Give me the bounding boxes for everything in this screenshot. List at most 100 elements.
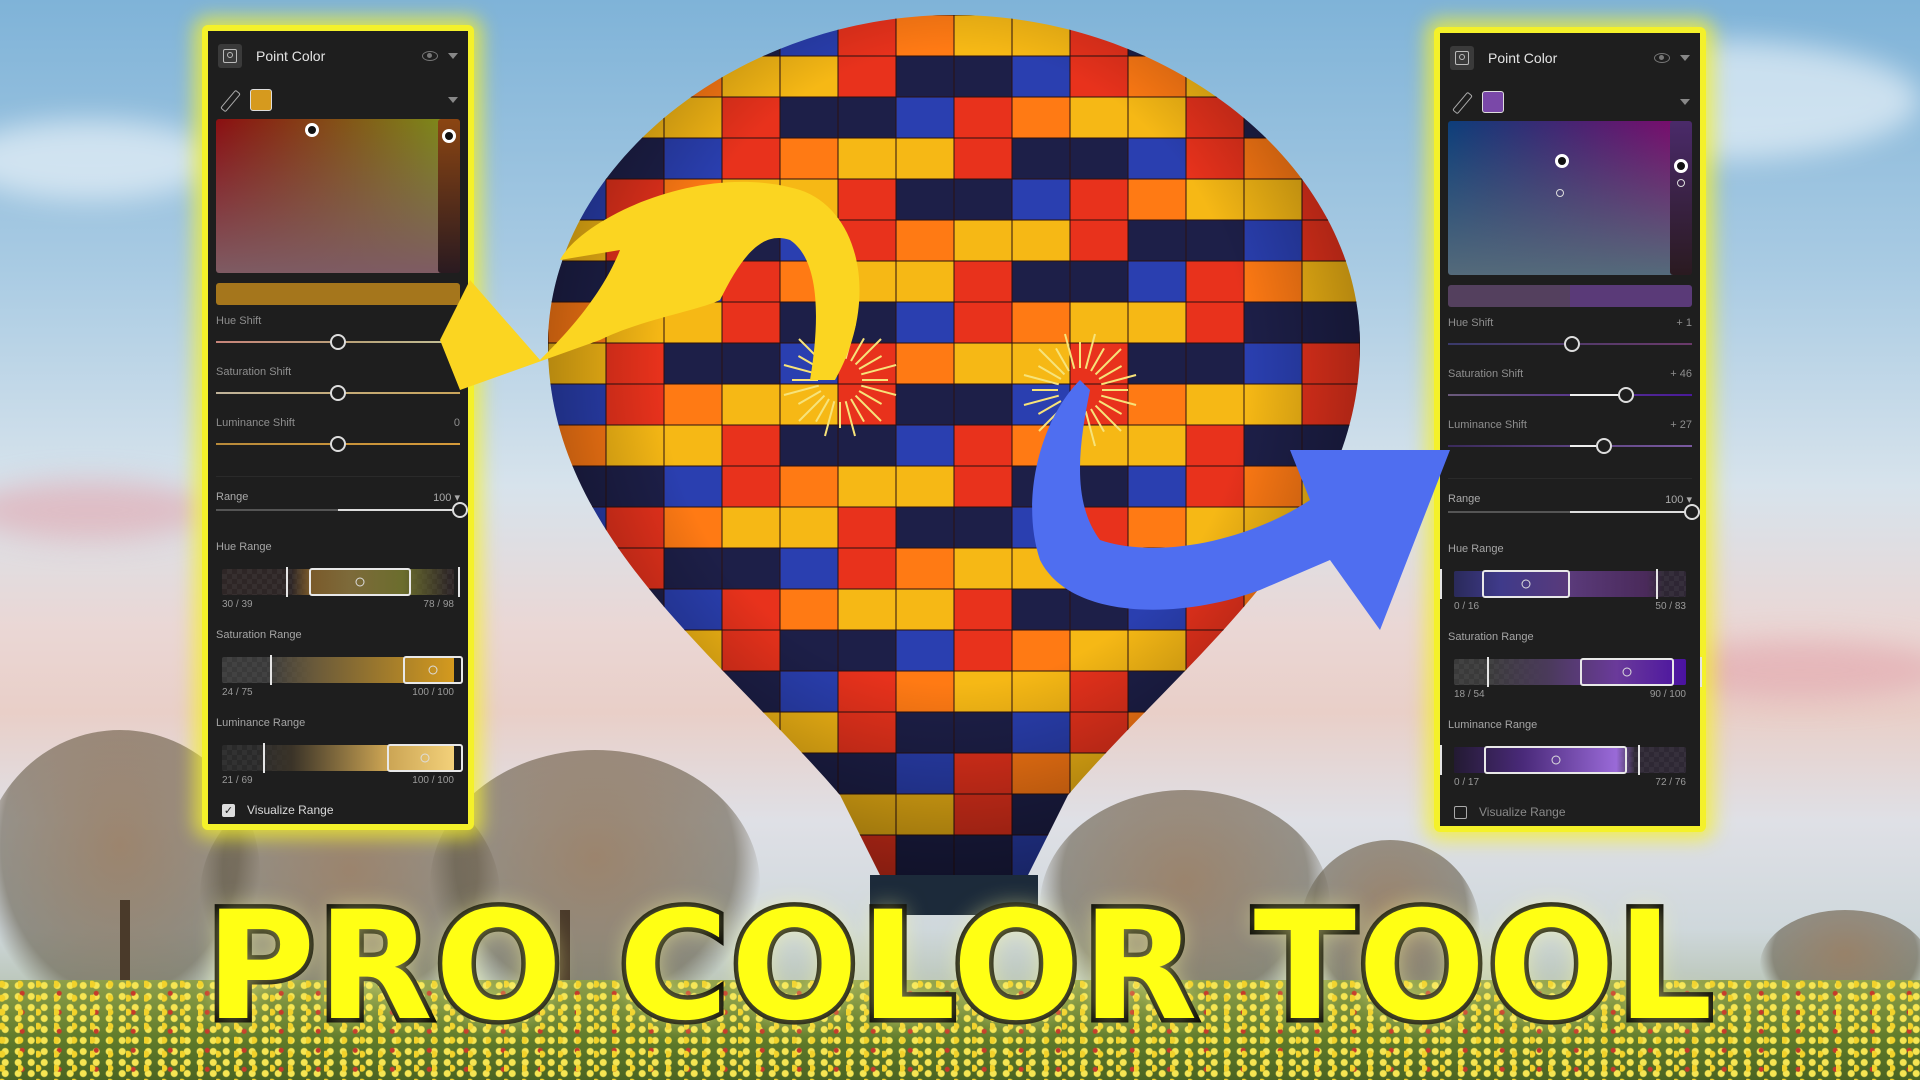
balloon-panel — [1185, 670, 1245, 713]
saturation-shift-slider[interactable]: Saturation Shift — [208, 356, 468, 407]
hue-shift-slider[interactable]: Hue Shift — [208, 305, 468, 356]
balloon-panel — [1185, 834, 1245, 877]
saturation-range[interactable]: Saturation Range 24 / 75 100 / 100 — [208, 623, 468, 711]
balloon-panel — [605, 629, 665, 672]
luminance-range-selection[interactable] — [1484, 746, 1628, 774]
range-value-text: 100 — [433, 492, 452, 504]
balloon-panel — [1301, 670, 1360, 713]
saturation-range-left-value: 24 / 75 — [222, 687, 253, 698]
eyedropper-icon[interactable] — [218, 89, 240, 111]
luminance-strip[interactable] — [438, 119, 460, 273]
hue-range[interactable]: Hue Range 30 / 39 78 / 98 — [208, 535, 468, 623]
eyedropper-icon[interactable] — [1450, 91, 1472, 113]
hue-range-left-handle[interactable] — [286, 567, 288, 597]
balloon-panel — [1185, 711, 1245, 754]
balloon-panel — [721, 834, 781, 877]
balloon-panel — [1127, 793, 1187, 836]
saturation-range-selection[interactable] — [403, 656, 463, 684]
balloon-panel — [663, 670, 723, 713]
saturation-range-left-value: 18 / 54 — [1454, 689, 1485, 700]
range-track[interactable] — [1448, 511, 1692, 513]
color-picker-knob[interactable] — [304, 122, 319, 137]
luminance-shift-thumb[interactable] — [330, 436, 346, 452]
saturation-shift-thumb[interactable] — [330, 385, 346, 401]
luminance-range-selection[interactable] — [387, 744, 463, 772]
range-track[interactable] — [216, 509, 460, 511]
balloon-panel — [663, 752, 723, 795]
hue-range-right-value: 50 / 83 — [1655, 601, 1686, 612]
range-thumb[interactable] — [452, 502, 468, 518]
luminance-knob[interactable] — [442, 128, 456, 143]
luminance-shift-label: Luminance Shift — [1448, 419, 1527, 431]
point-color-icon[interactable] — [218, 44, 242, 68]
saturation-range-left-handle[interactable] — [270, 655, 273, 685]
chevron-down-icon[interactable] — [1680, 55, 1690, 61]
visualize-range-checkbox[interactable] — [1454, 805, 1467, 819]
color-swatch[interactable] — [1482, 91, 1504, 113]
hue-range-right-handle[interactable] — [457, 567, 460, 597]
visualize-range-option[interactable]: ✓ Visualize Range — [208, 799, 468, 821]
hue-shift-thumb[interactable] — [1564, 336, 1581, 352]
saturation-shift-thumb[interactable] — [1618, 387, 1635, 403]
balloon-panel — [1243, 834, 1303, 877]
hue-saturation-field[interactable] — [1448, 121, 1676, 275]
luminance-knob[interactable] — [1674, 158, 1688, 173]
hue-saturation-field[interactable] — [216, 119, 444, 273]
hue-range[interactable]: Hue Range 0 / 16 50 / 83 — [1440, 537, 1700, 625]
saturation-shift-slider[interactable]: Saturation Shift + 46 — [1440, 358, 1700, 409]
color-picker-knob[interactable] — [1555, 154, 1569, 169]
saturation-range-left-handle[interactable] — [1486, 657, 1489, 687]
luminance-shift-thumb[interactable] — [1596, 438, 1613, 454]
luminance-range[interactable]: Luminance Range 0 / 17 72 / 76 — [1440, 713, 1700, 801]
saturation-range-selection[interactable] — [1580, 658, 1674, 686]
saturation-range-right-value: 90 / 100 — [1649, 689, 1686, 700]
visualize-range-checkbox[interactable]: ✓ — [222, 803, 235, 817]
chevron-down-icon[interactable] — [448, 97, 458, 103]
luminance-range-right-handle[interactable] — [1637, 745, 1640, 775]
hue-shift-slider[interactable]: Hue Shift + 1 — [1440, 307, 1700, 358]
luminance-range-right-value: 100 / 100 — [412, 775, 454, 786]
saturation-range-right-handle[interactable] — [1700, 657, 1702, 687]
range-slider[interactable]: Range 100 ▾ — [1440, 485, 1700, 537]
balloon-panel — [1185, 793, 1245, 836]
cloud — [0, 480, 210, 540]
luminance-shift-slider[interactable]: Luminance Shift + 27 — [1440, 409, 1700, 460]
hue-range-right-value: 78 / 98 — [423, 599, 454, 610]
eye-icon[interactable] — [422, 51, 438, 61]
chevron-down-icon[interactable] — [1680, 99, 1690, 105]
balloon-panel — [605, 793, 665, 836]
luminance-range-left-handle[interactable] — [1440, 745, 1442, 775]
point-color-panel-left: Point Color Hue Shift Saturation Shift L… — [202, 25, 474, 830]
point-color-icon[interactable] — [1450, 46, 1474, 70]
visualize-range-option[interactable]: Visualize Range — [1440, 801, 1700, 823]
balloon-panel — [1069, 793, 1129, 836]
color-swatch[interactable] — [250, 89, 272, 111]
balloon-panel — [721, 752, 781, 795]
hue-range-selection[interactable] — [309, 568, 411, 596]
hue-range-selection[interactable] — [1481, 570, 1570, 598]
luminance-strip[interactable] — [1670, 121, 1692, 275]
luminance-range-left-value: 21 / 69 — [222, 775, 253, 786]
visualize-range-label: Visualize Range — [1479, 805, 1566, 819]
balloon-panel — [548, 96, 607, 139]
luminance-range[interactable]: Luminance Range 21 / 69 100 / 100 — [208, 711, 468, 799]
hue-range-left-handle[interactable] — [1440, 569, 1442, 599]
range-slider[interactable]: Range 100 ▾ — [208, 483, 468, 535]
panel-header: Point Color — [1440, 33, 1700, 83]
luminance-range-label: Luminance Range — [216, 717, 306, 729]
range-thumb[interactable] — [1684, 504, 1700, 520]
hue-shift-thumb[interactable] — [330, 334, 346, 350]
hue-range-right-handle[interactable] — [1655, 569, 1658, 599]
balloon-panel — [605, 752, 665, 795]
luminance-range-left-handle[interactable] — [262, 743, 265, 773]
balloon-panel — [663, 793, 723, 836]
eye-icon[interactable] — [1654, 53, 1670, 63]
chevron-down-icon[interactable] — [448, 53, 458, 59]
balloon-panel — [1185, 752, 1245, 795]
hue-range-label: Hue Range — [216, 541, 272, 553]
saturation-range[interactable]: Saturation Range 18 / 54 90 / 100 — [1440, 625, 1702, 713]
balloon-panel — [548, 670, 607, 713]
luminance-shift-slider[interactable]: Luminance Shift 0 — [208, 407, 468, 458]
luminance-range-right-value: 72 / 76 — [1655, 777, 1686, 788]
balloon-panel — [1301, 547, 1360, 590]
